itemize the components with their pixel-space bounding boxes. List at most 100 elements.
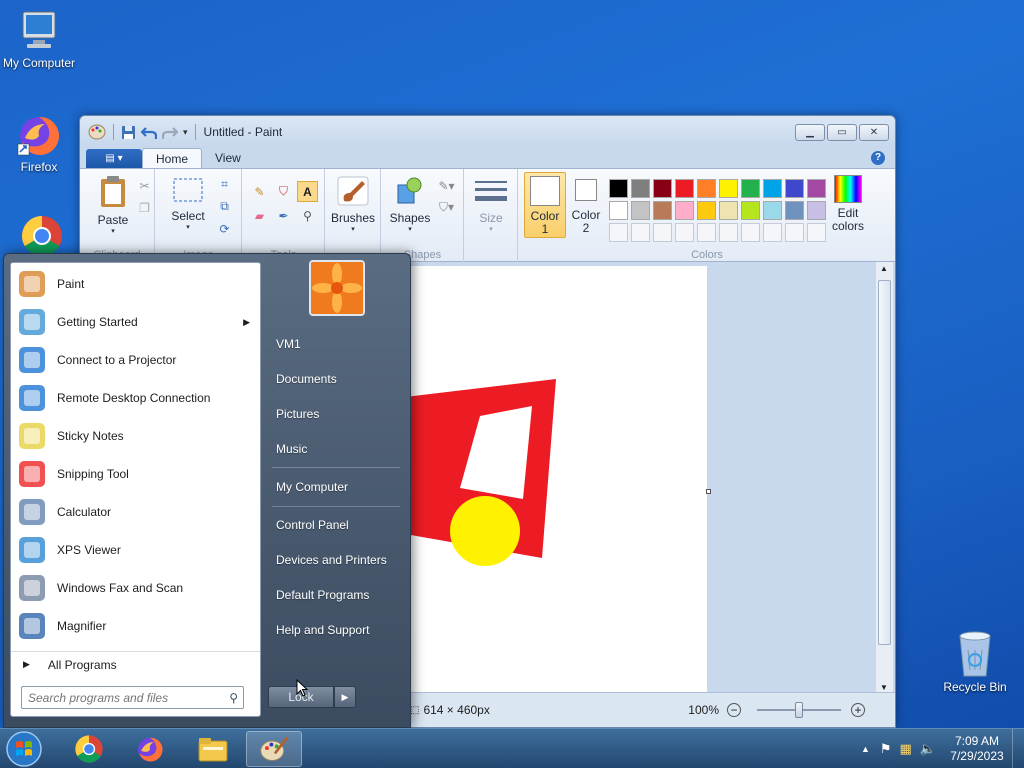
taskbar-firefox[interactable]: [122, 731, 178, 767]
custom-color-slot[interactable]: [653, 223, 672, 242]
taskbar-file-explorer[interactable]: [185, 731, 241, 767]
program-item[interactable]: Windows Fax and Scan: [11, 569, 260, 607]
help-support-link[interactable]: Help and Support: [276, 623, 369, 637]
palette-swatch[interactable]: [653, 179, 672, 198]
palette-swatch[interactable]: [785, 179, 804, 198]
palette-swatch[interactable]: [741, 179, 760, 198]
program-item[interactable]: Paint: [11, 265, 260, 303]
custom-color-slot[interactable]: [675, 223, 694, 242]
color-picker-tool[interactable]: ✒: [273, 205, 294, 226]
desktop-icon-firefox[interactable]: Firefox: [0, 112, 81, 174]
brushes-button[interactable]: Brushes ▾: [328, 175, 378, 233]
clock[interactable]: 7:09 AM 7/29/2023: [942, 734, 1012, 764]
documents-link[interactable]: Documents: [276, 372, 337, 386]
color2-button[interactable]: Color 2: [569, 172, 603, 238]
palette-swatch[interactable]: [719, 201, 738, 220]
shutdown-options-button[interactable]: ▶: [334, 686, 356, 708]
custom-color-slot[interactable]: [631, 223, 650, 242]
music-link[interactable]: Music: [276, 442, 307, 456]
custom-color-slot[interactable]: [807, 223, 826, 242]
maximize-button[interactable]: ▭: [827, 123, 857, 141]
my-computer-link[interactable]: My Computer: [276, 480, 348, 494]
pencil-tool[interactable]: ✎: [249, 181, 270, 202]
palette-swatch[interactable]: [719, 179, 738, 198]
search-input[interactable]: [28, 690, 218, 705]
fill-button[interactable]: ⛉▾: [436, 197, 457, 218]
palette-swatch[interactable]: [763, 179, 782, 198]
minimize-button[interactable]: ▁: [795, 123, 825, 141]
palette-swatch[interactable]: [653, 201, 672, 220]
paint-app-icon[interactable]: [88, 124, 106, 140]
custom-color-slot[interactable]: [785, 223, 804, 242]
customize-qat-icon[interactable]: ▾: [183, 127, 188, 138]
user-avatar[interactable]: [309, 260, 365, 316]
devices-printers-link[interactable]: Devices and Printers: [276, 553, 387, 567]
zoom-slider[interactable]: [757, 702, 841, 718]
title-bar[interactable]: ▾ Untitled - Paint ▁ ▭ ✕: [80, 116, 895, 148]
vertical-scrollbar[interactable]: ▲ ▼: [876, 262, 893, 694]
resize-button[interactable]: ⧉: [214, 196, 235, 217]
scroll-down-icon[interactable]: ▼: [880, 683, 888, 692]
program-item[interactable]: XPS Viewer: [11, 531, 260, 569]
text-tool[interactable]: A: [297, 181, 318, 202]
taskbar-paint[interactable]: [246, 731, 302, 767]
pictures-link[interactable]: Pictures: [276, 407, 319, 421]
crop-button[interactable]: ⌗: [214, 174, 235, 195]
show-hidden-icons-icon[interactable]: ▲: [861, 744, 870, 754]
desktop-icon-my-computer[interactable]: My Computer: [0, 10, 81, 70]
cut-button[interactable]: ✂: [134, 175, 155, 196]
palette-swatch[interactable]: [697, 201, 716, 220]
zoom-slider-thumb[interactable]: [795, 702, 803, 718]
show-desktop-button[interactable]: [1012, 729, 1024, 768]
palette-swatch[interactable]: [675, 179, 694, 198]
paste-button[interactable]: Paste ▾: [88, 175, 138, 235]
palette-swatch[interactable]: [807, 201, 826, 220]
scroll-up-icon[interactable]: ▲: [880, 264, 888, 273]
palette-swatch[interactable]: [785, 201, 804, 220]
user-folder-link[interactable]: VM1: [276, 337, 301, 351]
program-item[interactable]: Connect to a Projector: [11, 341, 260, 379]
palette-swatch[interactable]: [807, 179, 826, 198]
program-item[interactable]: Calculator: [11, 493, 260, 531]
palette-swatch[interactable]: [763, 201, 782, 220]
file-menu-button[interactable]: ▤ ▾: [86, 149, 142, 168]
palette-swatch[interactable]: [741, 201, 760, 220]
desktop-icon-recycle-bin[interactable]: Recycle Bin: [933, 630, 1017, 694]
zoom-out-icon[interactable]: −: [727, 703, 741, 717]
all-programs-button[interactable]: ▶ All Programs: [11, 651, 260, 677]
drawing-canvas[interactable]: [405, 266, 707, 694]
network-icon[interactable]: ▦: [900, 741, 912, 757]
palette-swatch[interactable]: [631, 179, 650, 198]
help-icon[interactable]: ?: [871, 151, 885, 165]
palette-swatch[interactable]: [631, 201, 650, 220]
shapes-button[interactable]: Shapes ▾: [386, 175, 434, 233]
search-icon[interactable]: ⚲: [229, 691, 238, 705]
program-item[interactable]: Remote Desktop Connection: [11, 379, 260, 417]
tab-home[interactable]: Home: [142, 148, 203, 168]
taskbar-chrome[interactable]: [61, 731, 117, 767]
undo-icon[interactable]: [141, 125, 157, 140]
palette-swatch[interactable]: [609, 201, 628, 220]
color1-button[interactable]: Color 1: [524, 172, 566, 238]
fill-tool[interactable]: ⛉: [273, 181, 294, 202]
custom-color-slot[interactable]: [763, 223, 782, 242]
scrollbar-thumb[interactable]: [878, 280, 891, 645]
eraser-tool[interactable]: ▰: [249, 205, 270, 226]
magnifier-tool[interactable]: ⚲: [297, 205, 318, 226]
save-icon[interactable]: [121, 125, 136, 140]
zoom-in-icon[interactable]: +: [851, 703, 865, 717]
program-item[interactable]: Getting Started ▶: [11, 303, 260, 341]
rotate-button[interactable]: ⟳: [214, 218, 235, 239]
start-button[interactable]: [4, 730, 44, 768]
outline-button[interactable]: ✎▾: [436, 175, 457, 196]
palette-swatch[interactable]: [697, 179, 716, 198]
custom-color-slot[interactable]: [609, 223, 628, 242]
close-button[interactable]: ✕: [859, 123, 889, 141]
program-item[interactable]: Sticky Notes: [11, 417, 260, 455]
default-programs-link[interactable]: Default Programs: [276, 588, 369, 602]
custom-color-slot[interactable]: [697, 223, 716, 242]
copy-button[interactable]: ❐: [134, 197, 155, 218]
palette-swatch[interactable]: [675, 201, 694, 220]
redo-icon[interactable]: [162, 125, 178, 140]
canvas-resize-handle[interactable]: [706, 489, 711, 494]
